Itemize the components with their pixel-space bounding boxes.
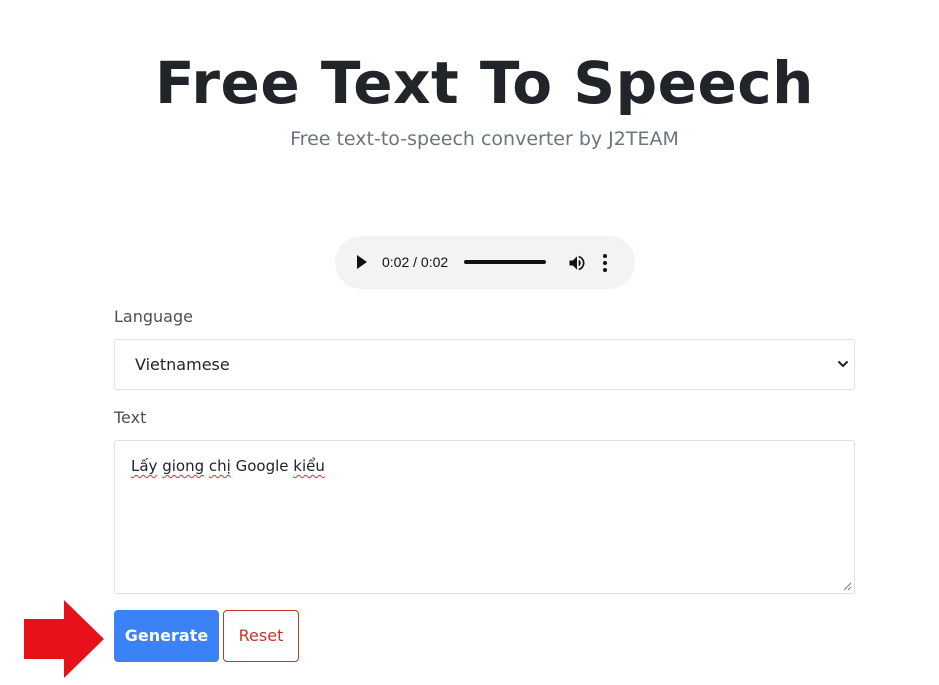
- reset-button[interactable]: Reset: [223, 610, 299, 662]
- volume-icon[interactable]: [567, 253, 587, 273]
- language-select-value: Vietnamese: [135, 355, 230, 374]
- text-input[interactable]: Lấy giong chị Google kiểu: [114, 440, 855, 594]
- misspelled-word: kiểu: [293, 457, 325, 475]
- audio-player: 0:02 / 0:02: [335, 236, 635, 289]
- page-title: Free Text To Speech: [155, 49, 814, 117]
- page-subtitle: Free text-to-speech converter by J2TEAM: [290, 128, 679, 150]
- play-icon[interactable]: [357, 255, 367, 269]
- generate-button[interactable]: Generate: [114, 610, 219, 662]
- page: Free Text To Speech Free text-to-speech …: [0, 0, 939, 685]
- misspelled-word: chị: [208, 457, 231, 475]
- chevron-down-icon: [838, 361, 848, 367]
- misspelled-word: Lấy: [131, 457, 158, 475]
- misspelled-word: giong: [162, 457, 205, 475]
- audio-progress-bar[interactable]: [464, 260, 546, 264]
- language-label: Language: [114, 307, 193, 326]
- text-label: Text: [114, 408, 147, 427]
- audio-time: 0:02 / 0:02: [382, 254, 449, 270]
- language-select[interactable]: Vietnamese: [114, 339, 855, 390]
- red-arrow-icon: [24, 600, 104, 678]
- text-input-content: Lấy giong chị Google kiểu: [131, 457, 325, 475]
- more-options-icon[interactable]: [601, 253, 609, 273]
- resize-handle-icon[interactable]: [842, 581, 852, 591]
